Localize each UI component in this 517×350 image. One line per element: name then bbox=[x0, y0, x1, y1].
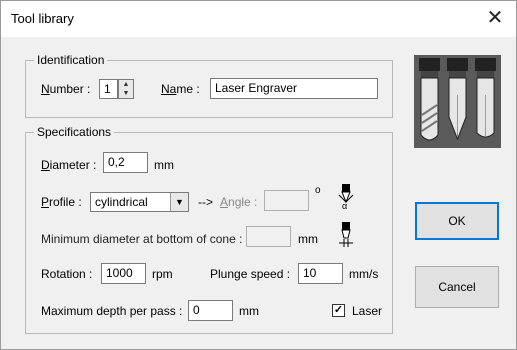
rotation-label: Rotation : bbox=[41, 267, 93, 281]
diameter-unit: mm bbox=[154, 158, 174, 172]
specifications-legend: Specifications bbox=[34, 125, 115, 139]
identification-legend: Identification bbox=[34, 53, 108, 67]
profile-select[interactable]: cylindrical ▼ bbox=[90, 192, 189, 212]
angle-input[interactable] bbox=[264, 190, 309, 211]
plunge-speed-input[interactable]: 10 bbox=[298, 263, 343, 284]
cancel-button[interactable]: Cancel bbox=[415, 266, 499, 308]
angle-unit: o bbox=[315, 185, 321, 196]
min-diameter-unit: mm bbox=[298, 232, 318, 246]
spin-up-icon[interactable]: ▲ bbox=[119, 80, 133, 89]
diameter-label: Diameter : bbox=[41, 158, 97, 172]
angle-label: Angle : bbox=[220, 195, 258, 209]
max-depth-input[interactable]: 0 bbox=[188, 300, 233, 321]
cone-angle-icon: α bbox=[336, 184, 356, 214]
number-spinner[interactable]: ▲ ▼ bbox=[118, 79, 134, 99]
close-icon[interactable]: ✕ bbox=[482, 5, 508, 31]
profile-label: Profile : bbox=[41, 195, 82, 209]
cone-angle-symbol: α bbox=[342, 201, 348, 211]
laser-checkbox[interactable]: ✓ bbox=[332, 304, 345, 317]
plunge-speed-unit: mm/s bbox=[349, 267, 379, 281]
rotation-unit: rpm bbox=[152, 267, 173, 281]
profile-selected-value: cylindrical bbox=[95, 195, 148, 209]
spin-down-icon[interactable]: ▼ bbox=[119, 89, 133, 98]
name-label: Name : bbox=[161, 82, 200, 96]
rotation-input[interactable]: 1000 bbox=[101, 263, 146, 284]
laser-label: Laser bbox=[352, 304, 383, 318]
ok-button[interactable]: OK bbox=[415, 202, 499, 240]
number-input[interactable]: 1 bbox=[99, 79, 118, 99]
number-label: Number : bbox=[41, 82, 91, 96]
min-diameter-input[interactable] bbox=[246, 226, 291, 247]
tool-library-dialog: Tool library ✕ Identification Number : 1… bbox=[0, 0, 517, 350]
name-input[interactable]: Laser Engraver bbox=[210, 78, 378, 99]
diameter-input[interactable]: 0,2 bbox=[103, 152, 148, 173]
window-title: Tool library bbox=[11, 11, 74, 26]
title-bar: Tool library ✕ bbox=[1, 1, 516, 37]
max-depth-unit: mm bbox=[239, 304, 259, 318]
chevron-down-icon[interactable]: ▼ bbox=[170, 193, 188, 211]
max-depth-label: Maximum depth per pass : bbox=[41, 304, 183, 318]
cone-tip-diameter-icon bbox=[336, 222, 356, 250]
plunge-speed-label: Plunge speed : bbox=[210, 267, 291, 281]
tool-bits-icon bbox=[414, 55, 501, 148]
min-diameter-label: Minimum diameter at bottom of cone : bbox=[41, 232, 243, 246]
profile-arrow-text: --> bbox=[198, 195, 213, 209]
